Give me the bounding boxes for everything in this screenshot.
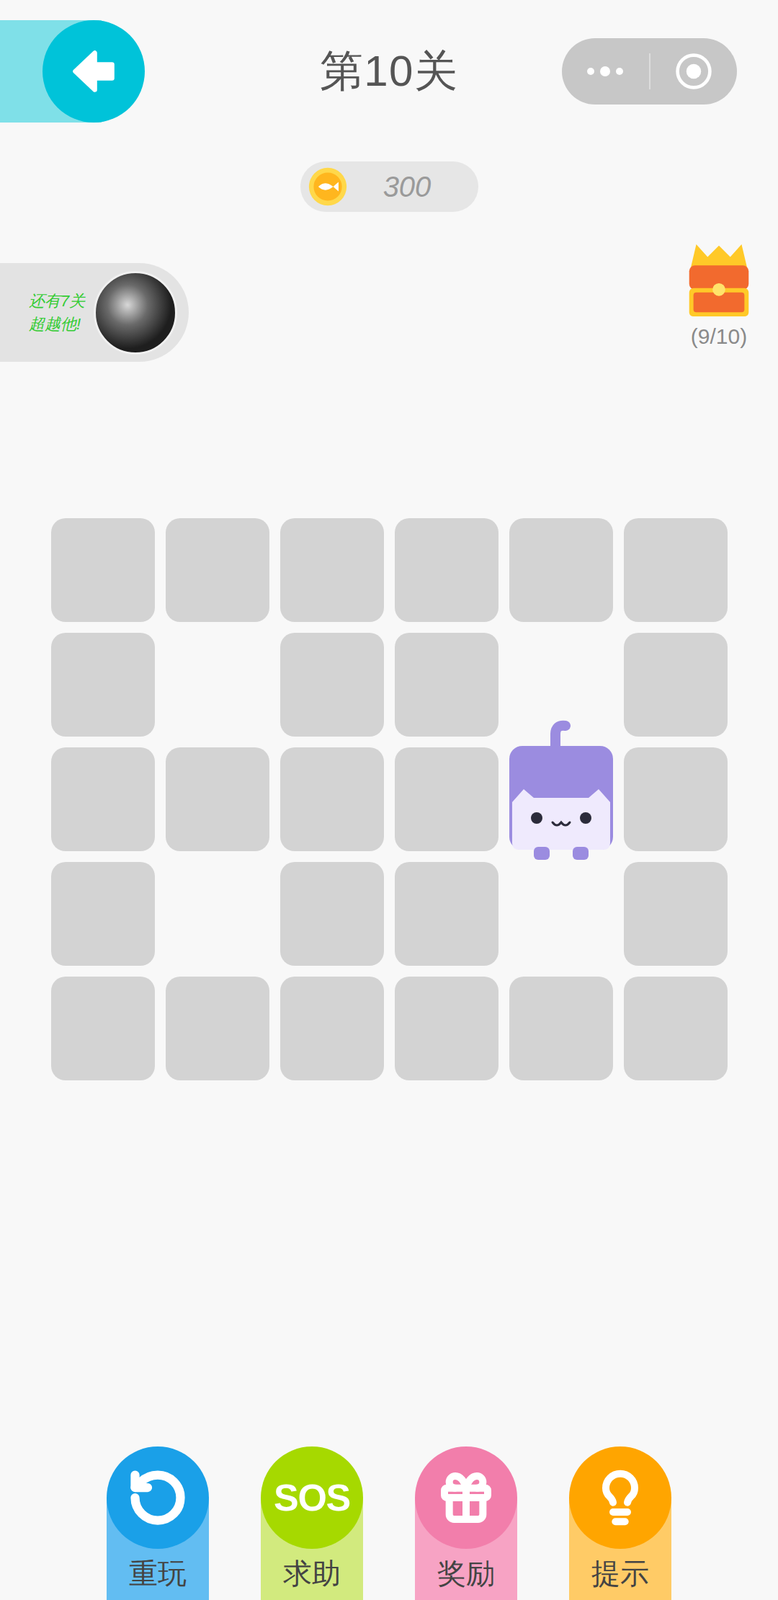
- board-tile[interactable]: [280, 747, 384, 851]
- action-button[interactable]: 重玩: [106, 1445, 209, 1600]
- challenge-banner[interactable]: 还有7关超越他!: [0, 262, 189, 362]
- empty-cell: [165, 632, 270, 737]
- game-board: [51, 517, 728, 1080]
- board-tile[interactable]: [165, 747, 270, 851]
- action-bar: 重玩 SOS 求助 奖励 提示: [0, 1445, 778, 1600]
- board-tile[interactable]: [51, 632, 155, 737]
- action-button[interactable]: SOS 求助: [260, 1445, 364, 1600]
- cat-icon: [509, 716, 614, 861]
- level-title: 第10关: [216, 49, 562, 93]
- challenge-text: 超越他!: [28, 316, 94, 333]
- coin-counter: 300: [300, 161, 479, 212]
- arrow-left-icon: [64, 42, 123, 101]
- header: 第10关: [0, 20, 778, 123]
- action-label: 提示: [591, 1548, 650, 1587]
- more-dots-icon[interactable]: [583, 64, 627, 79]
- board-tile[interactable]: [165, 976, 270, 1080]
- board-tile[interactable]: [51, 861, 155, 966]
- board-tile[interactable]: [165, 517, 270, 622]
- board-tile[interactable]: [51, 747, 155, 851]
- board-tile[interactable]: [280, 632, 384, 737]
- board-tile[interactable]: [394, 976, 499, 1080]
- empty-cell: [509, 861, 614, 966]
- empty-cell: [165, 861, 270, 966]
- close-target-icon[interactable]: [673, 51, 714, 92]
- board-tile[interactable]: [623, 517, 728, 622]
- action-label: 奖励: [437, 1548, 495, 1587]
- board-tile[interactable]: [394, 632, 499, 737]
- board-tile[interactable]: [394, 747, 499, 851]
- action-button[interactable]: 奖励: [414, 1445, 518, 1600]
- chest-progress: (9/10): [690, 325, 748, 348]
- challenge-text: 还有7关: [28, 293, 94, 310]
- board-tile[interactable]: [394, 861, 499, 966]
- action-label: 求助: [283, 1548, 341, 1587]
- board-tile[interactable]: [623, 747, 728, 851]
- board-tile[interactable]: [623, 632, 728, 737]
- replay-icon: [127, 1466, 189, 1528]
- treasure-chest-icon: [682, 239, 755, 322]
- coin-amount: 300: [347, 164, 479, 209]
- gift-icon: [437, 1468, 495, 1526]
- board-tile[interactable]: [623, 976, 728, 1080]
- board-tile[interactable]: [280, 976, 384, 1080]
- game-screen: 第10关 300 还有7关超越他! (9/10) 重玩 SOS 求助 奖励 提示: [0, 0, 778, 1600]
- board-tile[interactable]: [623, 861, 728, 966]
- treasure-chest[interactable]: (9/10): [668, 239, 770, 348]
- lightbulb-icon: [591, 1468, 650, 1526]
- sos-text: SOS: [273, 1478, 351, 1516]
- cat-tile[interactable]: [509, 747, 614, 851]
- board-tile[interactable]: [280, 517, 384, 622]
- board-tile[interactable]: [394, 517, 499, 622]
- back-button[interactable]: [0, 20, 217, 123]
- board-tile[interactable]: [509, 517, 614, 622]
- board-tile[interactable]: [51, 517, 155, 622]
- action-label: 重玩: [128, 1548, 187, 1587]
- capsule-menu[interactable]: [561, 38, 737, 105]
- board-tile[interactable]: [51, 976, 155, 1080]
- fish-coin-icon: [307, 166, 348, 207]
- action-button[interactable]: 提示: [569, 1445, 672, 1600]
- board-tile[interactable]: [280, 861, 384, 966]
- board-tile[interactable]: [509, 976, 614, 1080]
- friend-avatar: [93, 270, 178, 355]
